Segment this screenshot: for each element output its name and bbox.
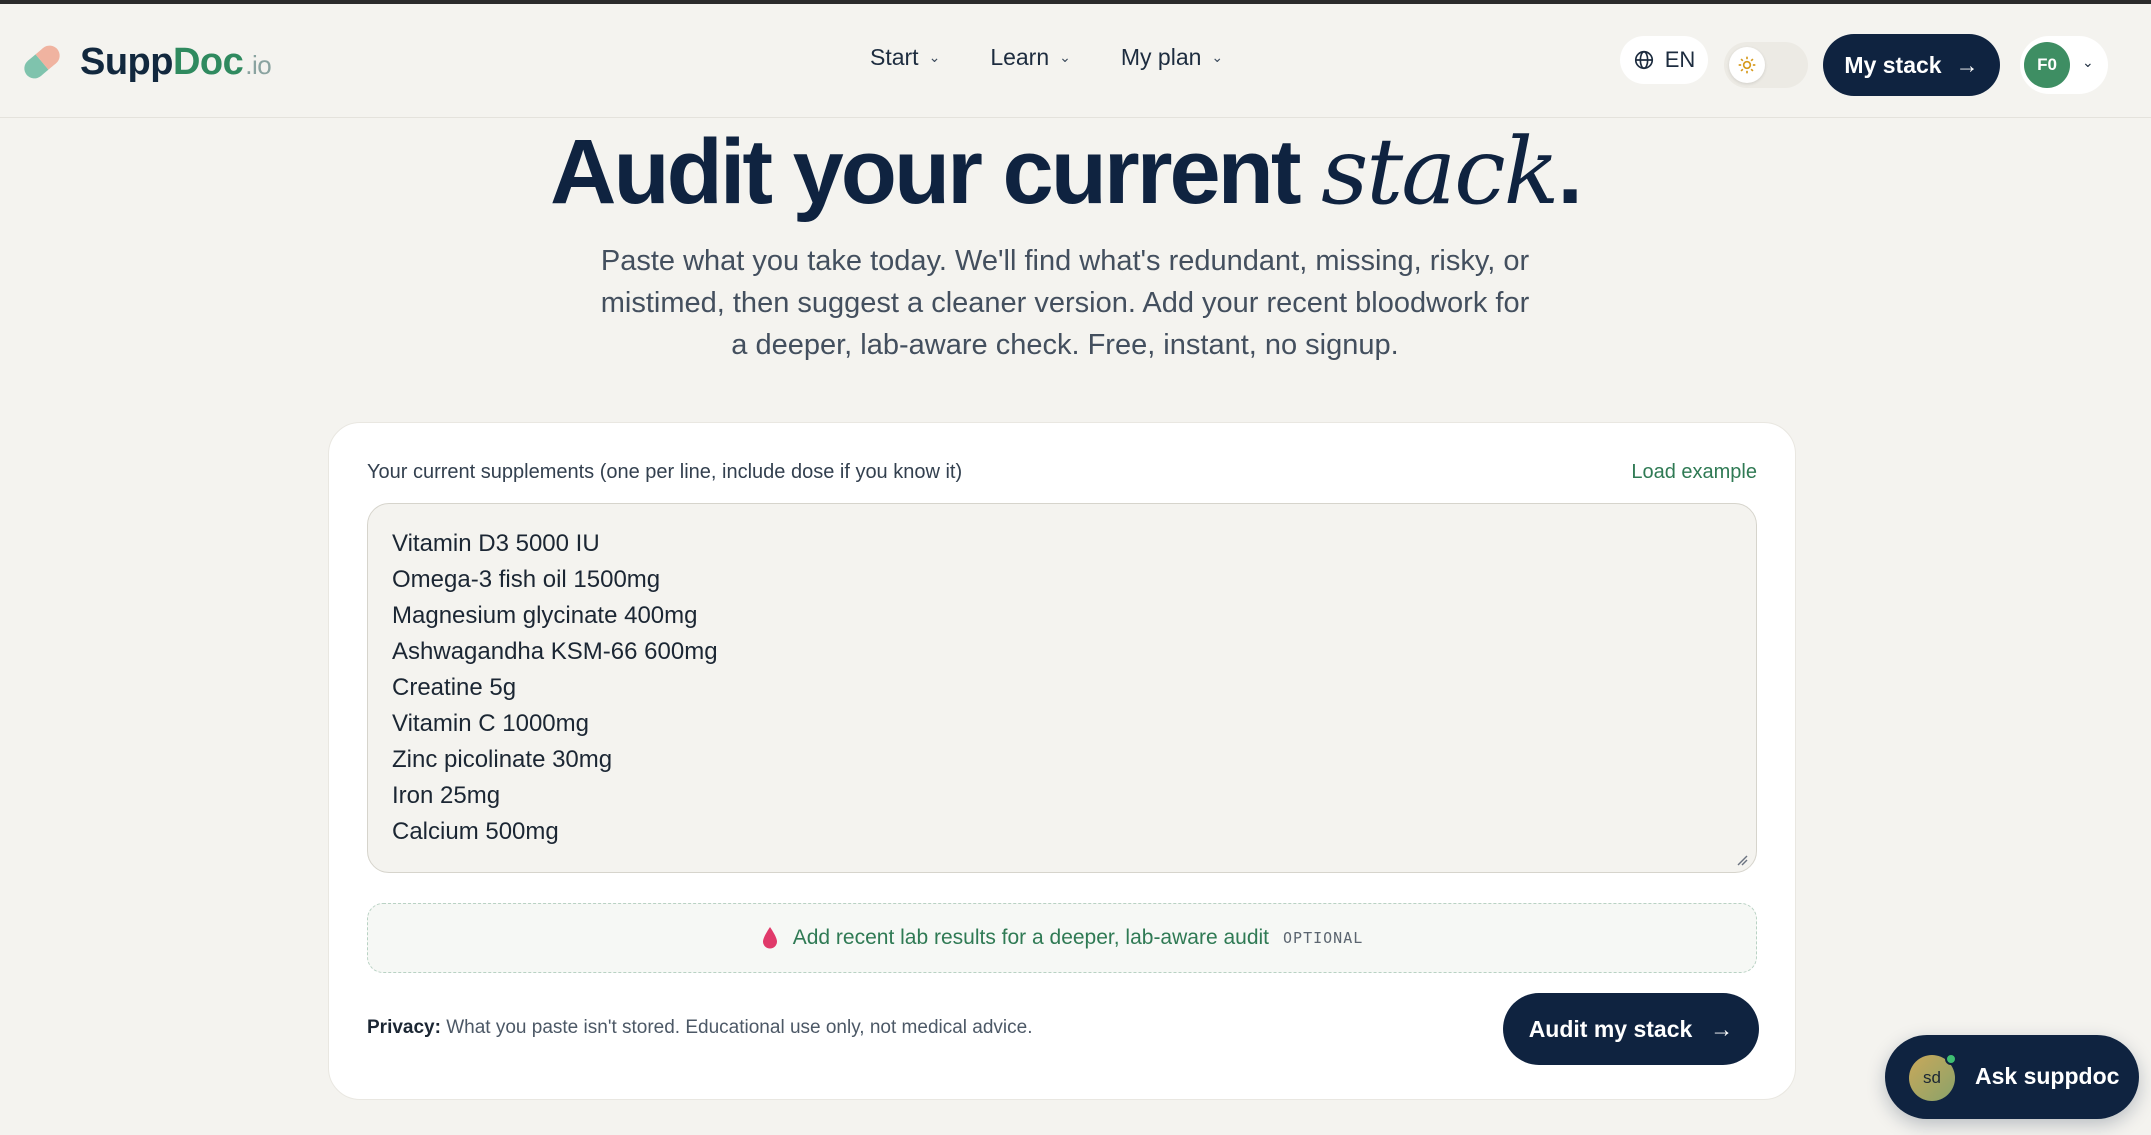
textarea-line: Calcium 500mg xyxy=(392,818,559,845)
chevron-down-icon: ⌄ xyxy=(2082,54,2094,70)
textarea-line: Magnesium glycinate 400mg xyxy=(392,602,698,629)
my-stack-label: My stack xyxy=(1844,51,1942,78)
online-status-dot xyxy=(1945,1053,1957,1065)
blood-drop-icon xyxy=(762,927,777,949)
theme-toggle[interactable] xyxy=(1724,42,1808,88)
textarea-line: Vitamin D3 5000 IU xyxy=(392,530,600,557)
textarea-line: Iron 25mg xyxy=(392,782,501,809)
textarea-line: Omega-3 fish oil 1500mg xyxy=(392,566,661,593)
my-stack-button[interactable]: My stack → xyxy=(1823,34,2000,96)
optional-badge: OPTIONAL xyxy=(1283,929,1364,947)
load-example-link[interactable]: Load example xyxy=(1631,461,1757,484)
ask-suppdoc-label: Ask suppdoc xyxy=(1975,1063,2120,1089)
nav-my-plan[interactable]: My plan ⌄ xyxy=(1121,44,1223,71)
nav-learn-label: Learn xyxy=(990,44,1050,70)
add-lab-results-button[interactable]: Add recent lab results for a deeper, lab… xyxy=(367,903,1757,973)
arrow-right-icon: → xyxy=(1955,51,1979,78)
chevron-down-icon: ⌄ xyxy=(1059,49,1071,65)
supplements-label: Your current supplements (one per line, … xyxy=(367,461,963,483)
resize-handle-icon[interactable] xyxy=(1736,854,1748,866)
brand-name: SuppDoc.io xyxy=(80,40,272,83)
textarea-line: Vitamin C 1000mg xyxy=(392,710,589,737)
textarea-line: Ashwagandha KSM-66 600mg xyxy=(392,638,718,665)
chevron-down-icon: ⌄ xyxy=(928,49,941,65)
sun-icon xyxy=(1738,56,1756,74)
nav-start-label: Start xyxy=(870,44,919,70)
lab-results-label: Add recent lab results for a deeper, lab… xyxy=(792,926,1270,949)
page-subtitle: Paste what you take today. We'll find wh… xyxy=(600,245,1530,361)
textarea-line: Creatine 5g xyxy=(392,674,517,701)
ask-suppdoc-chat-button[interactable]: sd Ask suppdoc xyxy=(1885,1035,2139,1119)
language-selector[interactable]: EN xyxy=(1620,36,1708,84)
nav-start[interactable]: Start ⌄ xyxy=(870,44,940,71)
toggle-knob xyxy=(1729,47,1765,83)
audit-form-card: Your current supplements (one per line, … xyxy=(328,422,1796,1100)
main-nav: Start ⌄ Learn ⌄ My plan ⌄ xyxy=(870,44,1223,71)
top-navbar: SuppDoc.io Start ⌄ Learn ⌄ My plan ⌄ EN xyxy=(0,4,2151,118)
textarea-line: Zinc picolinate 30mg xyxy=(392,746,613,773)
pill-logo-icon xyxy=(24,45,60,79)
audit-my-stack-button[interactable]: Audit my stack → xyxy=(1503,993,1759,1065)
globe-icon xyxy=(1634,50,1653,70)
nav-learn[interactable]: Learn ⌄ xyxy=(990,44,1071,71)
page-title: Audit your current stack. xyxy=(550,118,1583,225)
logo[interactable]: SuppDoc.io xyxy=(20,40,272,84)
audit-button-label: Audit my stack xyxy=(1528,1015,1693,1042)
supplements-textarea[interactable]: Vitamin D3 5000 IU Omega-3 fish oil 1500… xyxy=(367,503,1757,873)
privacy-note: Privacy: What you paste isn't stored. Ed… xyxy=(367,1017,1033,1038)
language-label: EN xyxy=(1664,47,1696,72)
arrow-right-icon: → xyxy=(1710,1015,1734,1042)
avatar: F0 xyxy=(2024,42,2070,88)
user-menu[interactable]: F0 ⌄ xyxy=(2020,36,2108,94)
chevron-down-icon: ⌄ xyxy=(1211,49,1224,65)
nav-my-plan-label: My plan xyxy=(1120,44,1202,70)
